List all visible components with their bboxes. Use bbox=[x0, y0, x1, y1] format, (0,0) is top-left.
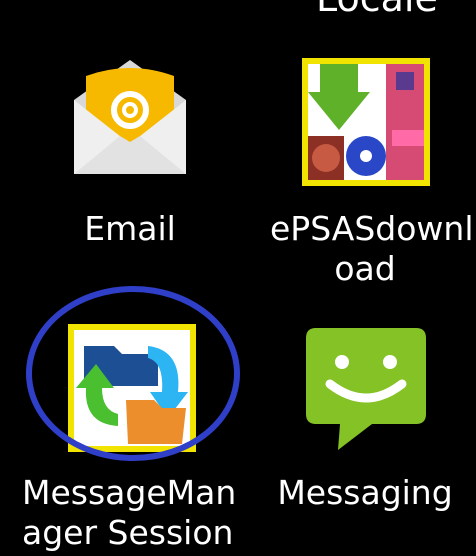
app-drawer-screen: Locale Email ePSASdownl o bbox=[0, 0, 476, 556]
app-epsasdownload-label-1: ePSASdownl bbox=[270, 209, 474, 248]
message-manager-session-icon bbox=[68, 324, 196, 452]
partial-app-label: Locale bbox=[316, 0, 438, 20]
app-epsasdownload-label-2: oad bbox=[334, 249, 396, 288]
app-messagemanager-label-2: ager Session bbox=[22, 513, 234, 552]
app-messaging[interactable]: Messaging bbox=[270, 318, 460, 518]
app-messaging-label: Messaging bbox=[277, 473, 453, 512]
email-envelope-icon bbox=[74, 60, 186, 174]
app-messagemanager-session[interactable]: MessageMan ager Session bbox=[22, 318, 237, 552]
messaging-bubble-icon bbox=[306, 328, 426, 450]
app-epsasdownload[interactable]: ePSASdownl oad bbox=[270, 52, 474, 292]
app-email[interactable]: Email bbox=[40, 52, 220, 260]
epsas-download-icon bbox=[302, 58, 430, 186]
app-email-label: Email bbox=[84, 209, 176, 248]
app-messagemanager-label-1: MessageMan bbox=[22, 473, 237, 512]
